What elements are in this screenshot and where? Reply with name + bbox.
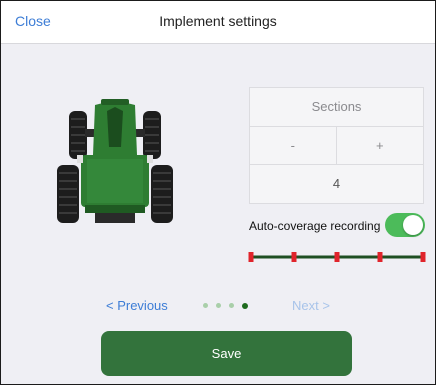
tractor-icon [57,99,173,223]
section-width-bar [248,252,426,262]
auto-coverage-toggle[interactable] [385,213,425,237]
page-dot-active [242,302,248,309]
previous-button[interactable]: < Previous [106,298,168,313]
decrease-sections-button[interactable]: - [250,126,337,165]
section-marker [291,252,297,262]
sections-value: 4 [332,176,341,191]
sections-title: Sections [250,88,423,127]
page-dot [229,303,234,308]
page-dot [203,303,208,308]
implement-settings-screen: Close Implement settings Sections - + 4 … [0,0,436,385]
increase-sections-button[interactable]: + [336,126,423,165]
toggle-knob [403,215,423,235]
page-indicator [203,302,253,311]
section-marker [248,252,254,262]
section-marker [334,252,340,262]
navigation-bar: Close Implement settings [1,1,435,44]
page-title: Implement settings [159,13,277,29]
sections-panel: Sections - + 4 [249,87,424,204]
next-button[interactable]: Next > [292,298,330,313]
section-marker [377,252,383,262]
pager: < Previous Next > [1,298,435,318]
auto-coverage-label: Auto-coverage recording [249,219,381,233]
page-dot [216,303,221,308]
section-marker [420,252,426,262]
save-button[interactable]: Save [101,331,352,376]
